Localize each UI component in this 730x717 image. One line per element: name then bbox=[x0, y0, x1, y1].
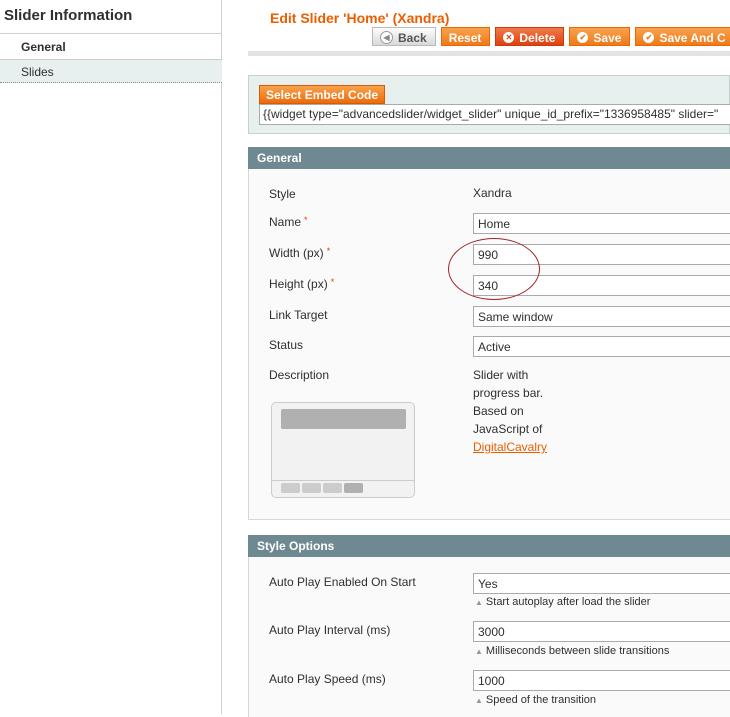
autoplay-enabled-select[interactable]: Yes bbox=[473, 573, 730, 594]
autoplay-interval-label: Auto Play Interval (ms) bbox=[269, 623, 391, 637]
autoplay-enabled-note: ▲ Start autoplay after load the slider bbox=[475, 596, 650, 608]
name-label: Name * bbox=[269, 215, 308, 229]
description-line: JavaScript of bbox=[473, 422, 543, 436]
preview-nav-dot-active bbox=[344, 483, 363, 493]
reset-button[interactable]: Reset bbox=[440, 27, 491, 46]
autoplay-speed-input[interactable]: 1000 bbox=[473, 670, 730, 691]
main-content: Edit Slider 'Home' (Xandra) ◀ Back Reset… bbox=[248, 0, 730, 717]
tab-general[interactable]: General bbox=[0, 35, 222, 59]
note-triangle-icon: ▲ bbox=[475, 647, 483, 656]
style-value: Xandra bbox=[473, 186, 512, 200]
description-line: Based on bbox=[473, 404, 524, 418]
height-input[interactable]: 340 bbox=[473, 275, 730, 296]
description-text: Slider with progress bar. Based on JavaS… bbox=[473, 366, 547, 456]
back-button[interactable]: ◀ Back bbox=[372, 27, 436, 46]
required-marker: * bbox=[304, 215, 308, 225]
autoplay-speed-note: ▲ Speed of the transition bbox=[475, 694, 596, 706]
digitalcavalry-link[interactable]: DigitalCavalry bbox=[473, 440, 547, 454]
autoplay-enabled-note-text: Start autoplay after load the slider bbox=[485, 596, 651, 608]
back-button-label: Back bbox=[398, 30, 427, 45]
description-line: Slider with bbox=[473, 368, 529, 382]
autoplay-enabled-label: Auto Play Enabled On Start bbox=[269, 575, 416, 589]
name-label-text: Name bbox=[269, 215, 302, 229]
save-button-label: Save bbox=[593, 30, 622, 45]
general-section-header[interactable]: General bbox=[248, 147, 730, 169]
reset-button-label: Reset bbox=[448, 30, 482, 45]
link-target-label: Link Target bbox=[269, 308, 328, 322]
status-label: Status bbox=[269, 338, 304, 352]
preview-nav-dot bbox=[281, 483, 300, 493]
status-select[interactable]: Active bbox=[473, 336, 730, 357]
tab-slides[interactable]: Slides bbox=[0, 59, 222, 83]
action-buttons: ◀ Back Reset ✕ Delete ✔ Save ✔ Save And … bbox=[372, 27, 730, 46]
checkmark-icon: ✔ bbox=[643, 32, 655, 43]
description-label: Description bbox=[269, 368, 330, 382]
width-label: Width (px) * bbox=[269, 246, 330, 260]
style-label: Style bbox=[269, 187, 296, 201]
delete-button-label: Delete bbox=[519, 30, 556, 45]
sidebar-divider bbox=[221, 34, 222, 714]
note-triangle-icon: ▲ bbox=[475, 598, 483, 607]
preview-divider bbox=[272, 480, 414, 481]
height-label-text: Height (px) bbox=[269, 277, 328, 291]
slider-style-preview-image bbox=[271, 402, 415, 498]
save-and-continue-label: Save And C bbox=[659, 30, 726, 45]
required-marker: * bbox=[326, 246, 331, 256]
autoplay-speed-label: Auto Play Speed (ms) bbox=[269, 672, 386, 686]
back-arrow-icon: ◀ bbox=[380, 31, 393, 44]
sidebar: Slider Information General Slides bbox=[0, 0, 222, 714]
preview-nav-dot bbox=[302, 483, 321, 493]
autoplay-speed-note-text: Speed of the transition bbox=[485, 694, 596, 706]
autoplay-interval-note-text: Milliseconds between slide transitions bbox=[485, 645, 670, 657]
save-and-continue-button[interactable]: ✔ Save And C bbox=[635, 27, 730, 46]
delete-button[interactable]: ✕ Delete bbox=[495, 27, 565, 46]
autoplay-interval-input[interactable]: 3000 bbox=[473, 621, 730, 642]
style-options-section-header[interactable]: Style Options bbox=[248, 535, 730, 557]
save-button[interactable]: ✔ Save bbox=[569, 27, 631, 46]
preview-nav-dot bbox=[323, 483, 342, 493]
header-divider bbox=[248, 51, 730, 56]
description-line: progress bar. bbox=[473, 386, 544, 400]
page-title: Edit Slider 'Home' (Xandra) bbox=[270, 10, 450, 26]
embed-code-field[interactable]: {{widget type="advancedslider/widget_sli… bbox=[259, 104, 730, 125]
autoplay-interval-note: ▲ Milliseconds between slide transitions bbox=[475, 645, 669, 657]
sidebar-title: Slider Information bbox=[0, 0, 222, 34]
delete-x-icon: ✕ bbox=[503, 32, 515, 43]
required-marker: * bbox=[330, 277, 335, 287]
link-target-select[interactable]: Same window bbox=[473, 306, 730, 327]
width-label-text: Width (px) bbox=[269, 246, 324, 260]
note-triangle-icon: ▲ bbox=[475, 696, 483, 705]
select-embed-code-button[interactable]: Select Embed Code bbox=[259, 85, 386, 104]
preview-slide-bar bbox=[281, 409, 406, 429]
name-input[interactable]: Home bbox=[473, 213, 730, 234]
height-label: Height (px) * bbox=[269, 277, 334, 291]
width-input[interactable]: 990 bbox=[473, 244, 730, 265]
embed-code-box: Select Embed Code {{widget type="advance… bbox=[248, 75, 730, 134]
checkmark-icon: ✔ bbox=[577, 32, 589, 43]
